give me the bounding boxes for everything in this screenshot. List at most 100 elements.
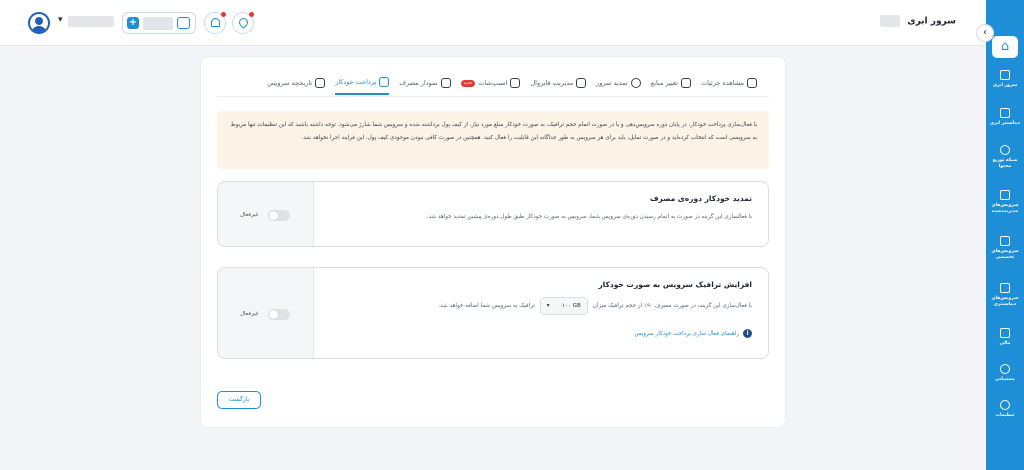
sidebar-item-label: دیتاسنتر ابری xyxy=(989,121,1021,126)
sidebar-item-cloud-server[interactable]: سرور ابری xyxy=(986,70,1024,89)
location-button[interactable] xyxy=(232,12,254,34)
autopay-card: مشاهده جزئیات تغییر منابع تمدید سرور مدی… xyxy=(200,56,786,428)
renew-icon xyxy=(630,78,641,88)
sidebar-item-label: سرور ابری xyxy=(992,83,1018,88)
autopay-guide-link[interactable]: i راهنمای فعال سازی پرداخت خودکار سرویس xyxy=(328,329,752,338)
autopay-icon xyxy=(379,77,390,87)
datacenter-services-icon xyxy=(1000,283,1010,293)
location-pin-icon xyxy=(237,16,250,29)
tab-autopay[interactable]: پرداخت خودکار xyxy=(335,71,390,95)
sidebar-item-support[interactable]: پشتیبانی xyxy=(986,364,1024,383)
user-avatar-icon[interactable] xyxy=(28,12,50,34)
bell-icon xyxy=(211,18,220,27)
autopay-warning: با فعال‌سازی پرداخت خودکار، در پایان دور… xyxy=(217,111,769,169)
user-name-mask[interactable] xyxy=(68,16,114,27)
notifications-button[interactable] xyxy=(204,12,226,34)
traffic-desc-before: با فعال‌سازی این گزینه، در صورت مصرف ۹۰٪… xyxy=(592,303,752,309)
traffic-description-row: با فعال‌سازی این گزینه، در صورت مصرف ۹۰٪… xyxy=(328,297,752,315)
special-services-icon xyxy=(1000,236,1010,246)
auto-traffic-toggle[interactable] xyxy=(268,309,290,320)
toggle-status-label: غیرفعال xyxy=(240,311,259,317)
sidebar: ⌂ سرور ابری دیتاسنتر ابری شبکه توزیع محت… xyxy=(986,0,1024,470)
traffic-amount-select[interactable]: ▾ ۱۰۰ GB xyxy=(539,297,588,315)
server-name-mask xyxy=(880,15,901,27)
tab-snapshot[interactable]: اسنپ‌شات جدید xyxy=(460,71,521,95)
chevron-left-icon: ‹ xyxy=(983,27,987,38)
sidebar-item-datacenter-services[interactable]: سرویس‌های دیتاسنتری xyxy=(986,283,1024,308)
setting-content: افزایش ترافیک سرویس به صورت خودکار با فع… xyxy=(328,280,752,338)
tab-details[interactable]: مشاهده جزئیات xyxy=(701,71,757,95)
tabs-divider xyxy=(217,96,769,97)
sidebar-item-label: مالی xyxy=(999,341,1011,346)
traffic-desc-after: ترافیک به سرویس شما اضافه خواهد شد. xyxy=(438,303,535,309)
toggle-panel: غیرفعال xyxy=(218,182,314,246)
firewall-icon xyxy=(576,78,587,88)
cdn-icon xyxy=(1000,145,1010,155)
history-icon xyxy=(315,78,326,88)
tab-label: تغییر منابع xyxy=(650,79,678,87)
setting-content: تمدید خودکار دوره‌ی مصرف با فعالسازی این… xyxy=(328,194,752,222)
tab-history[interactable]: تاریخچه سرویس xyxy=(267,71,326,95)
back-button[interactable]: بازگشت xyxy=(217,391,261,409)
sidebar-item-label: سرویس‌های مدیریت‌شده xyxy=(991,203,1019,214)
datacenter-icon xyxy=(1000,108,1010,118)
setting-title: تمدید خودکار دوره‌ی مصرف xyxy=(649,194,752,203)
settings-icon xyxy=(1000,400,1010,410)
sidebar-item-finance[interactable]: مالی xyxy=(986,328,1024,347)
support-icon xyxy=(1000,364,1010,374)
sidebar-item-managed-services[interactable]: سرویس‌های مدیریت‌شده xyxy=(986,190,1024,215)
add-credit-icon[interactable]: + xyxy=(127,17,139,29)
home-icon[interactable]: ⌂ xyxy=(992,36,1018,58)
sidebar-item-special-services[interactable]: سرویس‌های تخصصی xyxy=(986,236,1024,261)
location-dot xyxy=(249,12,254,17)
auto-renew-toggle[interactable] xyxy=(268,210,290,221)
server-tabs: مشاهده جزئیات تغییر منابع تمدید سرور مدی… xyxy=(215,71,757,95)
top-header: سرور ابری ▾ + xyxy=(0,0,986,46)
tab-firewall[interactable]: مدیریت فایروال xyxy=(530,71,587,95)
sidebar-item-cloud-datacenter[interactable]: دیتاسنتر ابری xyxy=(986,108,1024,127)
tab-renew[interactable]: تمدید سرور xyxy=(596,71,641,95)
resources-icon xyxy=(680,78,691,88)
new-badge: جدید xyxy=(460,79,476,87)
details-icon xyxy=(747,78,757,88)
tab-label: تمدید سرور xyxy=(596,79,628,87)
tab-usage-chart[interactable]: نمودار مصرف xyxy=(399,71,451,95)
notification-dot xyxy=(221,12,226,17)
setting-description: با فعالسازی این گزینه در صورت به اتمام ر… xyxy=(426,214,752,220)
sidebar-item-label: سرویس‌های تخصصی xyxy=(991,249,1019,260)
tab-label: نمودار مصرف xyxy=(399,79,438,87)
wallet-balance-mask xyxy=(143,17,173,30)
guide-link-text[interactable]: راهنمای فعال سازی پرداخت خودکار سرویس xyxy=(635,331,739,337)
tab-label: اسنپ‌شات xyxy=(478,79,508,87)
wallet-widget[interactable]: + xyxy=(122,12,196,34)
finance-icon xyxy=(1000,328,1010,338)
sidebar-item-label: سرویس‌های دیتاسنتری xyxy=(991,296,1019,307)
sidebar-item-label: تنظیمات xyxy=(995,413,1015,418)
tab-label: تاریخچه سرویس xyxy=(267,79,313,87)
sidebar-item-cdn[interactable]: شبکه توزیع محتوا xyxy=(986,145,1024,170)
page-title: سرور ابری xyxy=(880,15,956,27)
chevron-down-icon: ▾ xyxy=(546,303,550,309)
tab-label: مدیریت فایروال xyxy=(530,79,574,87)
traffic-amount-value: ۱۰۰ GB xyxy=(561,303,581,309)
wallet-icon[interactable] xyxy=(177,17,190,29)
tab-label: مشاهده جزئیات xyxy=(700,79,744,87)
chevron-down-icon[interactable]: ▾ xyxy=(58,15,63,25)
auto-traffic-setting: غیرفعال افزایش ترافیک سرویس به صورت خودک… xyxy=(217,267,769,359)
setting-title: افزایش ترافیک سرویس به صورت خودکار xyxy=(598,280,752,289)
sidebar-item-label: شبکه توزیع محتوا xyxy=(992,158,1018,169)
toggle-panel: غیرفعال xyxy=(218,268,314,358)
snapshot-icon xyxy=(510,78,521,88)
managed-services-icon xyxy=(1000,190,1010,200)
page-title-text: سرور ابری xyxy=(907,16,956,27)
server-icon xyxy=(1000,70,1010,80)
tab-resources[interactable]: تغییر منابع xyxy=(651,71,691,95)
auto-renew-setting: غیرفعال تمدید خودکار دوره‌ی مصرف با فعال… xyxy=(217,181,769,247)
info-icon: i xyxy=(743,329,752,338)
chart-icon xyxy=(440,78,451,88)
sidebar-item-label: پشتیبانی xyxy=(995,377,1015,382)
sidebar-collapse-button[interactable]: ‹ xyxy=(976,24,994,42)
sidebar-item-settings[interactable]: تنظیمات xyxy=(986,400,1024,419)
toggle-status-label: غیرفعال xyxy=(240,212,259,218)
tab-label: پرداخت خودکار xyxy=(335,78,377,86)
